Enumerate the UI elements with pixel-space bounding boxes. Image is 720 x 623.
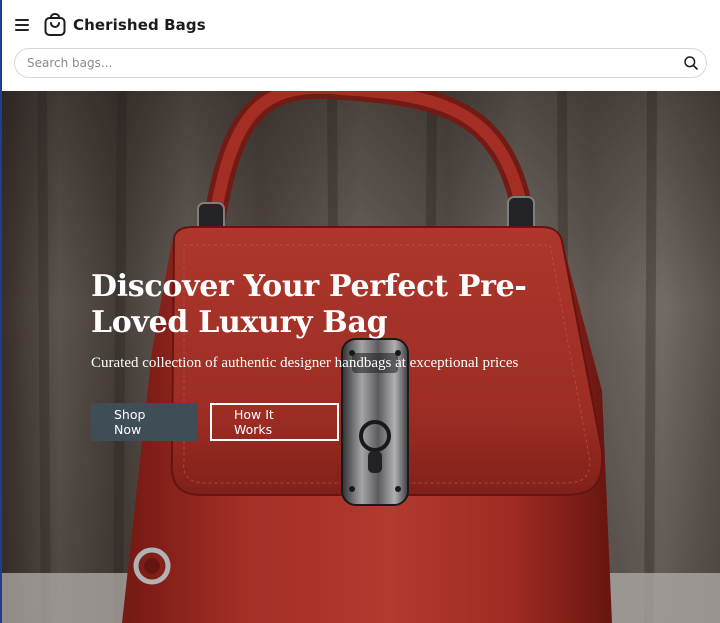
hero-title: Discover Your Perfect Pre-Loved Luxury B… xyxy=(91,269,527,340)
search-icon[interactable] xyxy=(683,55,699,71)
hero-banner: Discover Your Perfect Pre-Loved Luxury B… xyxy=(2,91,720,623)
hero-buttons: Shop Now How It Works xyxy=(91,403,339,441)
shopping-bag-icon xyxy=(44,13,66,36)
how-it-works-button[interactable]: How It Works xyxy=(210,403,339,441)
site-header: Cherished Bags xyxy=(2,0,720,91)
brand-logo[interactable]: Cherished Bags xyxy=(43,11,206,39)
shop-now-button[interactable]: Shop Now xyxy=(91,403,198,441)
hero-content: Discover Your Perfect Pre-Loved Luxury B… xyxy=(91,269,561,441)
hero-subtitle: Curated collection of authentic designer… xyxy=(91,355,519,371)
hamburger-menu-icon[interactable] xyxy=(14,16,32,34)
search-input[interactable] xyxy=(15,49,675,77)
search-bar xyxy=(14,48,707,78)
page: Cherished Bags Search bags... Discover Y… xyxy=(0,0,720,623)
brand-name: Cherished Bags xyxy=(73,16,206,34)
